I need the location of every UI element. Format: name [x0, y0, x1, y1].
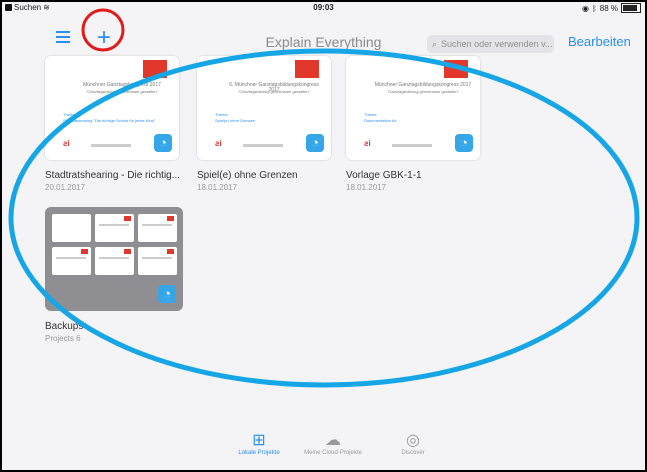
- annotation-red-circle: [81, 8, 125, 52]
- annotation-overlay: [8, 8, 640, 388]
- annotation-cyan-ellipse: [8, 48, 640, 388]
- app-window: Suchen ≋ 09:03 ◉ ᛒ 88 % + Explain Everyt…: [0, 0, 647, 472]
